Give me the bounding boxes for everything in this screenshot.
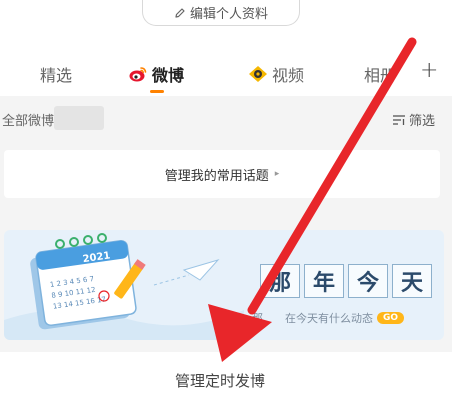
blurred-region — [54, 106, 104, 130]
title-char: 天 — [392, 264, 432, 298]
tab-label: 微博 — [152, 66, 185, 85]
tab-label: 精选 — [40, 66, 73, 85]
calendar-illustration: 2021 1 2 3 4 5 6 7 8 9 10 11 12 13 14 15… — [4, 233, 244, 340]
banner-title: 那 年 今 天 — [260, 264, 432, 298]
filter-icon — [393, 114, 405, 125]
banner-subtitle: 那 在今天有什么动态 GO — [252, 310, 405, 326]
all-weibo-filter[interactable]: 全部微博 — [2, 110, 54, 129]
tab-video[interactable]: 视频 — [248, 62, 304, 86]
title-char: 那 — [260, 264, 300, 298]
title-char: 今 — [348, 264, 388, 298]
active-tab-indicator — [150, 90, 164, 93]
tab-featured[interactable]: 精选 — [40, 62, 72, 86]
calendar-icon: 2021 1 2 3 4 5 6 7 8 9 10 11 12 13 14 15… — [30, 233, 137, 330]
weibo-icon — [129, 67, 147, 82]
tab-bar: 精选 微博 视频 相册 + — [0, 54, 452, 93]
paper-plane-icon — [182, 259, 220, 281]
memories-banner[interactable]: 2021 1 2 3 4 5 6 7 8 9 10 11 12 13 14 15… — [4, 230, 444, 340]
title-char: 年 — [304, 264, 344, 298]
feed-filter-bar: 全部微博 筛选 — [0, 96, 452, 142]
video-icon — [249, 66, 267, 82]
profile-header: 编辑个人资料 精选 微博 视频 相册 + — [0, 0, 452, 96]
filter-label: 筛选 — [409, 114, 436, 129]
tab-weibo[interactable]: 微博 — [128, 62, 184, 86]
tab-label: 相册 — [364, 66, 397, 85]
filter-button[interactable]: 筛选 — [392, 110, 435, 129]
add-tab-button[interactable]: + — [420, 58, 438, 83]
edit-profile-label: 编辑个人资料 — [189, 7, 268, 22]
banner-subtitle-prefix: 那 — [252, 312, 263, 325]
tab-album[interactable]: 相册 — [364, 62, 396, 86]
edit-profile-button[interactable]: 编辑个人资料 — [142, 0, 300, 26]
scheduled-post-section: 管理定时发博 — [0, 352, 452, 405]
tab-label: 视频 — [272, 66, 305, 85]
manage-topics-label: 管理我的常用话题 — [164, 168, 269, 184]
go-button[interactable]: GO — [377, 312, 405, 324]
manage-scheduled-posts-button[interactable]: 管理定时发博 — [0, 370, 440, 391]
chevron-right-icon: ▸ — [274, 169, 280, 179]
banner-subtitle-text: 在今天有什么动态 — [285, 312, 373, 325]
manage-topics-card[interactable]: 管理我的常用话题 ▸ — [4, 150, 440, 198]
pencil-icon — [175, 7, 185, 18]
